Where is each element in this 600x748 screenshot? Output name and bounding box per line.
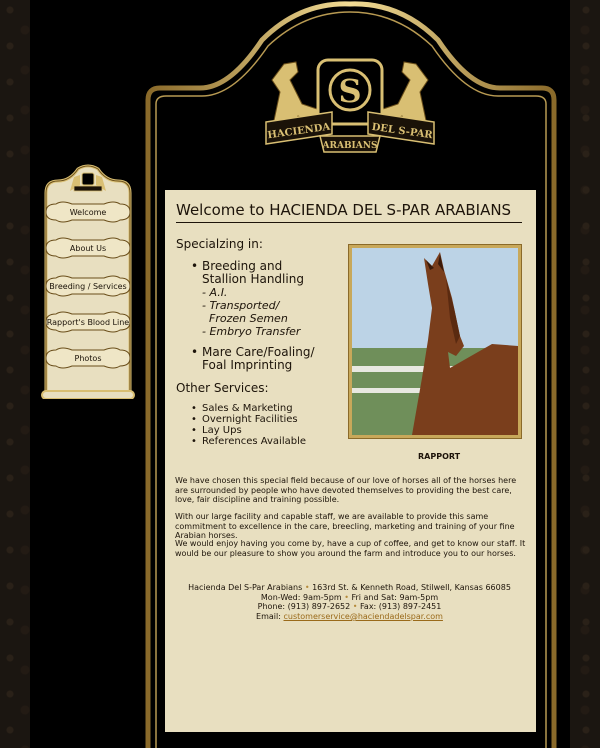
- specializing-heading: Specialzing in:: [176, 237, 263, 251]
- intro-paragraph: We have chosen this special field becaus…: [175, 476, 517, 504]
- hacienda-logo: S HACIENDA DEL S-PAR ARABIANS: [265, 58, 435, 153]
- page-title: Welcome to HACIENDA DEL S-PAR ARABIANS: [176, 201, 512, 219]
- footer-email-line: Email: customerservice@haciendadelspar.c…: [256, 611, 443, 621]
- nav-rapport-s-blood-line-button[interactable]: Rapport's Blood Line: [42, 310, 134, 334]
- nav-label: Welcome: [69, 207, 107, 217]
- contact-footer: Hacienda Del S-Par Arabians • 163rd St. …: [175, 583, 524, 621]
- list-item: Breeding andStallion Handling - A.I. - T…: [190, 260, 340, 339]
- other-services-heading: Other Services:: [176, 381, 269, 395]
- commitment-paragraph: With our large facility and capable staf…: [175, 512, 515, 540]
- nav-label: Rapport's Blood Line: [46, 317, 130, 327]
- list-item: References Available: [190, 436, 340, 447]
- other-services-list: Sales & MarketingOvernight FacilitiesLay…: [190, 403, 340, 447]
- footer-phone-line: Phone: (913) 897-2652 • Fax: (913) 897-2…: [257, 602, 442, 612]
- nav-photos-button[interactable]: Photos: [42, 346, 134, 370]
- visit-paragraph: We would enjoy having you come by, have …: [175, 539, 526, 558]
- list-item: Lay Ups: [190, 425, 340, 436]
- nav-breeding-services-button[interactable]: Breeding / Services: [42, 274, 134, 298]
- list-item: Sales & Marketing: [190, 403, 340, 414]
- list-item: Overnight Facilities: [190, 414, 340, 425]
- sidebar-logo-icon: [70, 172, 106, 192]
- specialties-list: Breeding andStallion Handling - A.I. - T…: [190, 260, 340, 372]
- nav-label: Breeding / Services: [49, 281, 127, 291]
- nav-about-us-button[interactable]: About Us: [42, 236, 134, 260]
- svg-text:S: S: [338, 72, 361, 110]
- photo-caption: RAPPORT: [418, 452, 461, 461]
- footer-address-line: Hacienda Del S-Par Arabians • 163rd St. …: [188, 583, 511, 592]
- email-link[interactable]: customerservice@haciendadelspar.com: [283, 612, 442, 621]
- title-divider: [176, 222, 522, 223]
- rapport-horse-photo: [352, 248, 518, 435]
- list-item: Mare Care/Foaling/Foal Imprinting: [190, 346, 340, 372]
- footer-hours-line: Mon-Wed: 9am-5pm • Fri and Sat: 9am-5pm: [260, 592, 439, 602]
- nav-label: Photos: [74, 353, 102, 363]
- nav-welcome-button[interactable]: Welcome: [42, 200, 134, 224]
- svg-text:ARABIANS: ARABIANS: [322, 141, 378, 151]
- nav-label: About Us: [69, 243, 107, 253]
